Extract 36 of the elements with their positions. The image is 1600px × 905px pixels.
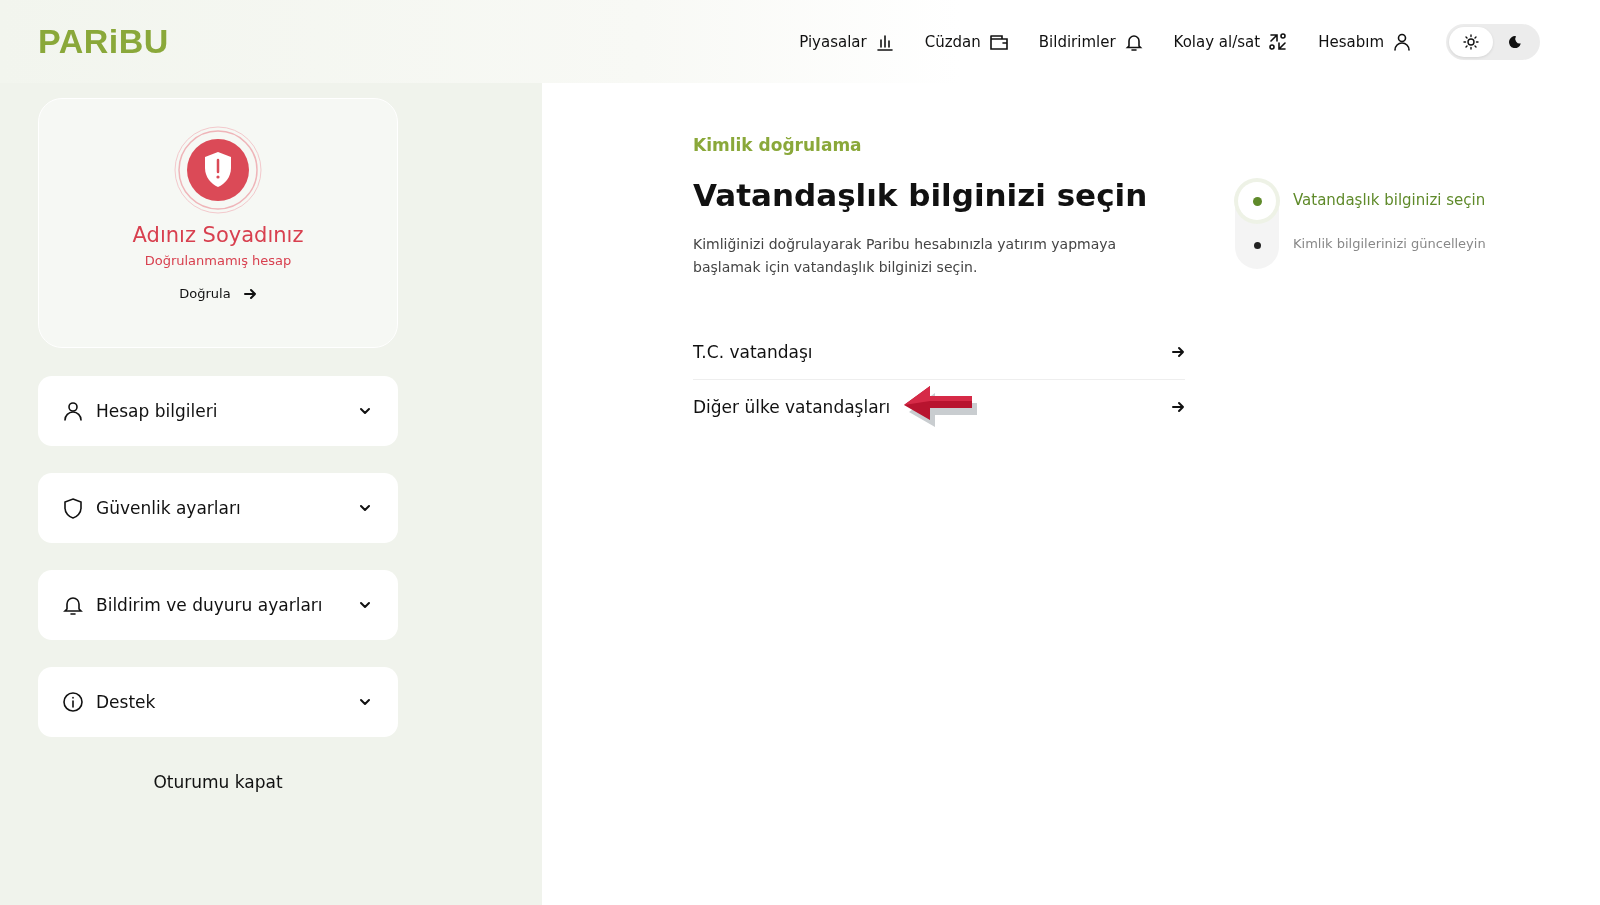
user-icon	[1394, 33, 1410, 51]
light-mode-button[interactable]	[1449, 26, 1493, 57]
account-status: Doğrulanmamış hesap	[144, 253, 292, 268]
nav-link[interactable]: Bildirimler	[1038, 31, 1144, 52]
nav-link[interactable]: Cüzdan	[924, 31, 1009, 52]
sun-icon	[1463, 33, 1479, 50]
moon-icon	[1507, 33, 1523, 50]
user-icon	[64, 402, 82, 421]
bell-icon	[64, 597, 82, 615]
warning-shield-icon	[173, 125, 263, 215]
citizenship-option[interactable]: Diğer ülke vatandaşları	[693, 380, 1185, 434]
profile-name: Adınız Soyadınız	[132, 223, 304, 247]
accordion-item[interactable]: Destek	[38, 667, 398, 737]
info-icon	[63, 692, 83, 712]
accordion-item[interactable]: Güvenlik ayarları	[38, 473, 398, 543]
section-label: Kimlik doğrulama	[693, 135, 863, 155]
bell-icon	[1126, 34, 1141, 51]
step-label: Kimlik bilgilerinizi güncelleyin	[1293, 236, 1486, 251]
nav-link[interactable]: Kolay al/sat	[1173, 31, 1289, 52]
bar-chart-icon	[876, 34, 893, 51]
swap-arrows-icon	[1269, 32, 1286, 50]
description-text: Kimliğinizi doğrulayarak Paribu hesabınızla yatırım yapmaya başlamak için vatandaşlık bilginizi seçin.	[693, 235, 1118, 277]
arrow-right-icon	[1171, 400, 1185, 414]
citizenship-option[interactable]: T.C. vatandaşı	[693, 325, 1185, 380]
verify-link[interactable]: Doğrula	[179, 286, 257, 301]
wallet-icon	[989, 34, 1008, 50]
accordion-item[interactable]: Bildirim ve duyuru ayarları	[38, 570, 398, 640]
page-title: Vatandaşlık bilginizi seçin	[693, 177, 1149, 213]
step-label: Vatandaşlık bilginizi seçin	[1293, 191, 1486, 209]
logout-link[interactable]: Oturumu kapat	[38, 772, 398, 792]
nav-link[interactable]: Hesabım	[1318, 31, 1412, 52]
arrow-right-icon	[1171, 345, 1185, 359]
nav-link[interactable]: Piyasalar	[799, 31, 895, 52]
accordion-item[interactable]: Hesap bilgileri	[38, 376, 398, 446]
shield-icon	[64, 498, 82, 519]
arrow-right-icon	[242, 286, 257, 301]
